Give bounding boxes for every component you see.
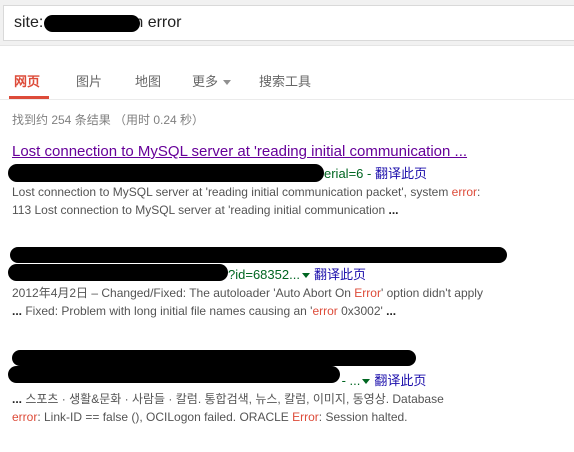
snippet-text: : Session halted. <box>318 410 408 424</box>
result-snippet: ... 스포츠 · 생활&문화 · 사람들 · 칼럼. 통합검색, 뉴스, 칼럼… <box>12 389 572 427</box>
search-query-prefix: site: <box>14 14 44 31</box>
snippet-keyword: error <box>12 410 38 424</box>
url-dropdown-icon[interactable] <box>362 378 371 384</box>
tab-maps[interactable]: 地图 <box>135 71 161 90</box>
snippet-ellipsis: ... <box>12 304 23 318</box>
redaction-mark <box>8 366 340 383</box>
snippet-text: ' option didn't apply <box>380 286 483 300</box>
search-tabs: 网页 图片 地图 更多 搜索工具 <box>0 58 574 100</box>
result-stats: 找到约 254 条结果 （用时 0.24 秒） <box>12 113 205 127</box>
snippet-ellipsis: ... <box>388 203 399 217</box>
search-query-suffix: n error <box>134 14 182 31</box>
tab-search-tools[interactable]: 搜索工具 <box>259 71 311 90</box>
snippet-keyword: error <box>451 185 478 199</box>
result-title-link[interactable]: Lost connection to MySQL server at 'read… <box>12 143 572 160</box>
translate-link[interactable]: 翻译此页 <box>374 373 426 388</box>
snippet-text: 2012年4月2日 – Changed/Fixed: The autoloade… <box>12 286 355 300</box>
snippet-text: 113 Lost connection to MySQL server at '… <box>12 203 389 217</box>
redaction-mark <box>8 264 228 281</box>
chevron-down-icon <box>223 80 232 86</box>
redaction-mark <box>44 15 140 32</box>
tab-images[interactable]: 图片 <box>76 71 102 90</box>
result-snippet: 2012年4月2日 – Changed/Fixed: The autoloade… <box>12 283 572 321</box>
snippet-ellipsis: ... <box>12 392 23 406</box>
result-url-text: - ... <box>338 373 361 388</box>
redaction-mark <box>10 247 507 263</box>
result-snippet: Lost connection to MySQL server at 'read… <box>12 182 572 220</box>
active-tab-indicator <box>9 96 49 99</box>
tab-web[interactable]: 网页 <box>14 71 40 90</box>
snippet-text: 0x3002' <box>337 304 383 318</box>
translate-link[interactable]: 翻译此页 <box>375 166 427 181</box>
tab-more[interactable]: 更多 <box>192 71 232 90</box>
search-bar: site: n error <box>0 0 574 46</box>
tab-more-label: 更多 <box>192 74 219 89</box>
snippet-keyword: error <box>312 304 338 318</box>
result-url-text: erial=6 <box>324 166 364 181</box>
snippet-keyword: Error <box>292 410 319 424</box>
snippet-text: Fixed: Problem with long initial file na… <box>22 304 313 318</box>
snippet-keyword: Error <box>354 286 381 300</box>
snippet-ellipsis: ... <box>386 304 397 318</box>
translate-link[interactable]: 翻译此页 <box>314 267 366 282</box>
snippet-text: Lost connection to MySQL server at 'read… <box>12 185 452 199</box>
snippet-text: : Link-ID == false (), OCILogon failed. … <box>37 410 293 424</box>
redaction-mark <box>8 164 324 182</box>
snippet-text: : <box>477 185 481 199</box>
url-dropdown-icon[interactable] <box>301 272 310 278</box>
result-url-text: ?id=68352... <box>228 267 300 282</box>
redaction-mark <box>12 350 416 366</box>
snippet-text: 스포츠 · 생활&문화 · 사람들 · 칼럼. 통합검색, 뉴스, 칼럼, 이미… <box>22 392 444 406</box>
